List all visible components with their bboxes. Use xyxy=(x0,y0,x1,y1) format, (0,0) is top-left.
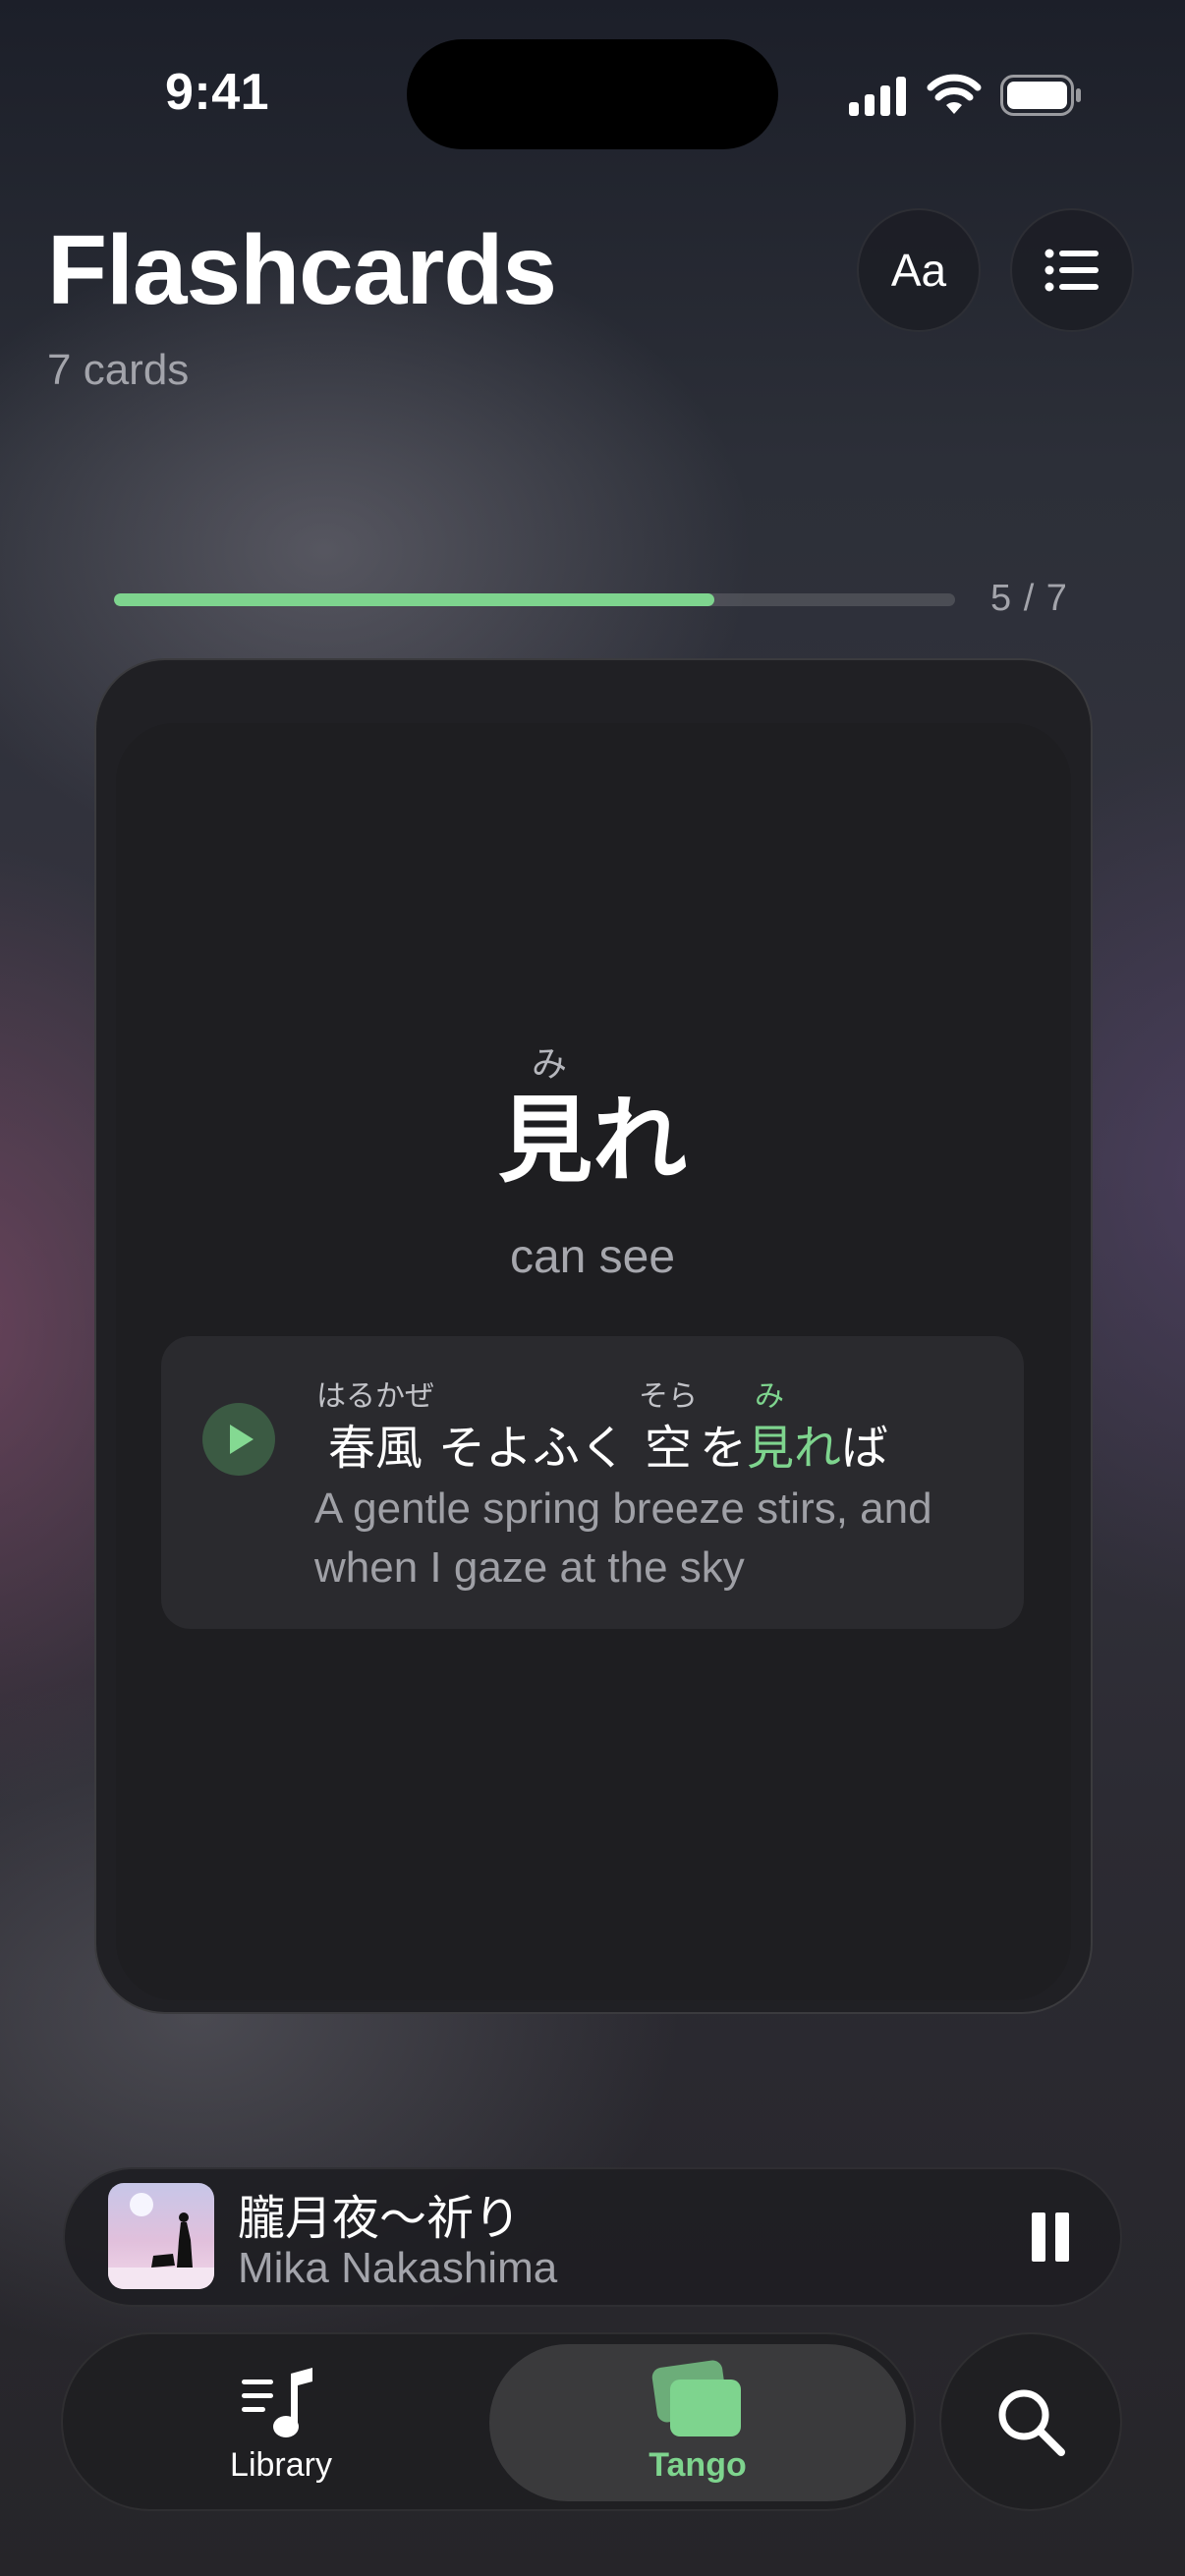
page-title: Flashcards xyxy=(47,215,557,325)
album-art xyxy=(108,2183,214,2289)
music-note-icon xyxy=(242,2368,312,2437)
example-translation: A gentle spring breeze stirs, and when I… xyxy=(314,1484,932,1592)
example-segment: 空 xyxy=(645,1421,693,1476)
tab-library-label: Library xyxy=(230,2446,332,2484)
tab-library[interactable]: Library xyxy=(165,2362,397,2490)
search-button[interactable] xyxy=(939,2332,1122,2511)
card-count: 7 cards xyxy=(47,346,190,394)
tab-tango[interactable]: Tango xyxy=(489,2344,906,2501)
progress-text: 5 / 7 xyxy=(990,578,1068,619)
example-segment: そよふく xyxy=(438,1421,628,1476)
artist-name: Mika Nakashima xyxy=(238,2244,558,2292)
status-time: 9:41 xyxy=(165,64,270,121)
example-segment: を xyxy=(700,1421,748,1476)
battery-icon xyxy=(1000,75,1081,116)
mini-player[interactable] xyxy=(63,2167,1122,2307)
example-segment: ば xyxy=(841,1421,889,1476)
song-title: 朧月夜〜祈り xyxy=(238,2191,522,2246)
tab-tango-label: Tango xyxy=(649,2446,747,2484)
signal-icon xyxy=(849,77,906,116)
pause-button[interactable] xyxy=(1028,2212,1071,2262)
list-icon xyxy=(1044,249,1099,292)
cards-icon xyxy=(651,2360,741,2436)
wifi-icon xyxy=(927,74,982,114)
example-segment: 春風 xyxy=(328,1421,423,1476)
word-reading: み xyxy=(531,1043,567,1084)
progress-bar xyxy=(114,593,955,606)
example-target-word: 見れ xyxy=(747,1421,842,1476)
progress-fill xyxy=(114,593,715,606)
font-settings-button[interactable]: Aa xyxy=(857,208,981,332)
dynamic-island xyxy=(407,39,778,149)
play-icon xyxy=(230,1425,254,1454)
search-icon xyxy=(998,2389,1065,2456)
word-block: み 見れ xyxy=(0,1041,1185,1195)
list-button[interactable] xyxy=(1010,208,1134,332)
word: 見れ xyxy=(498,1086,687,1196)
word-meaning: can see xyxy=(509,1231,676,1283)
